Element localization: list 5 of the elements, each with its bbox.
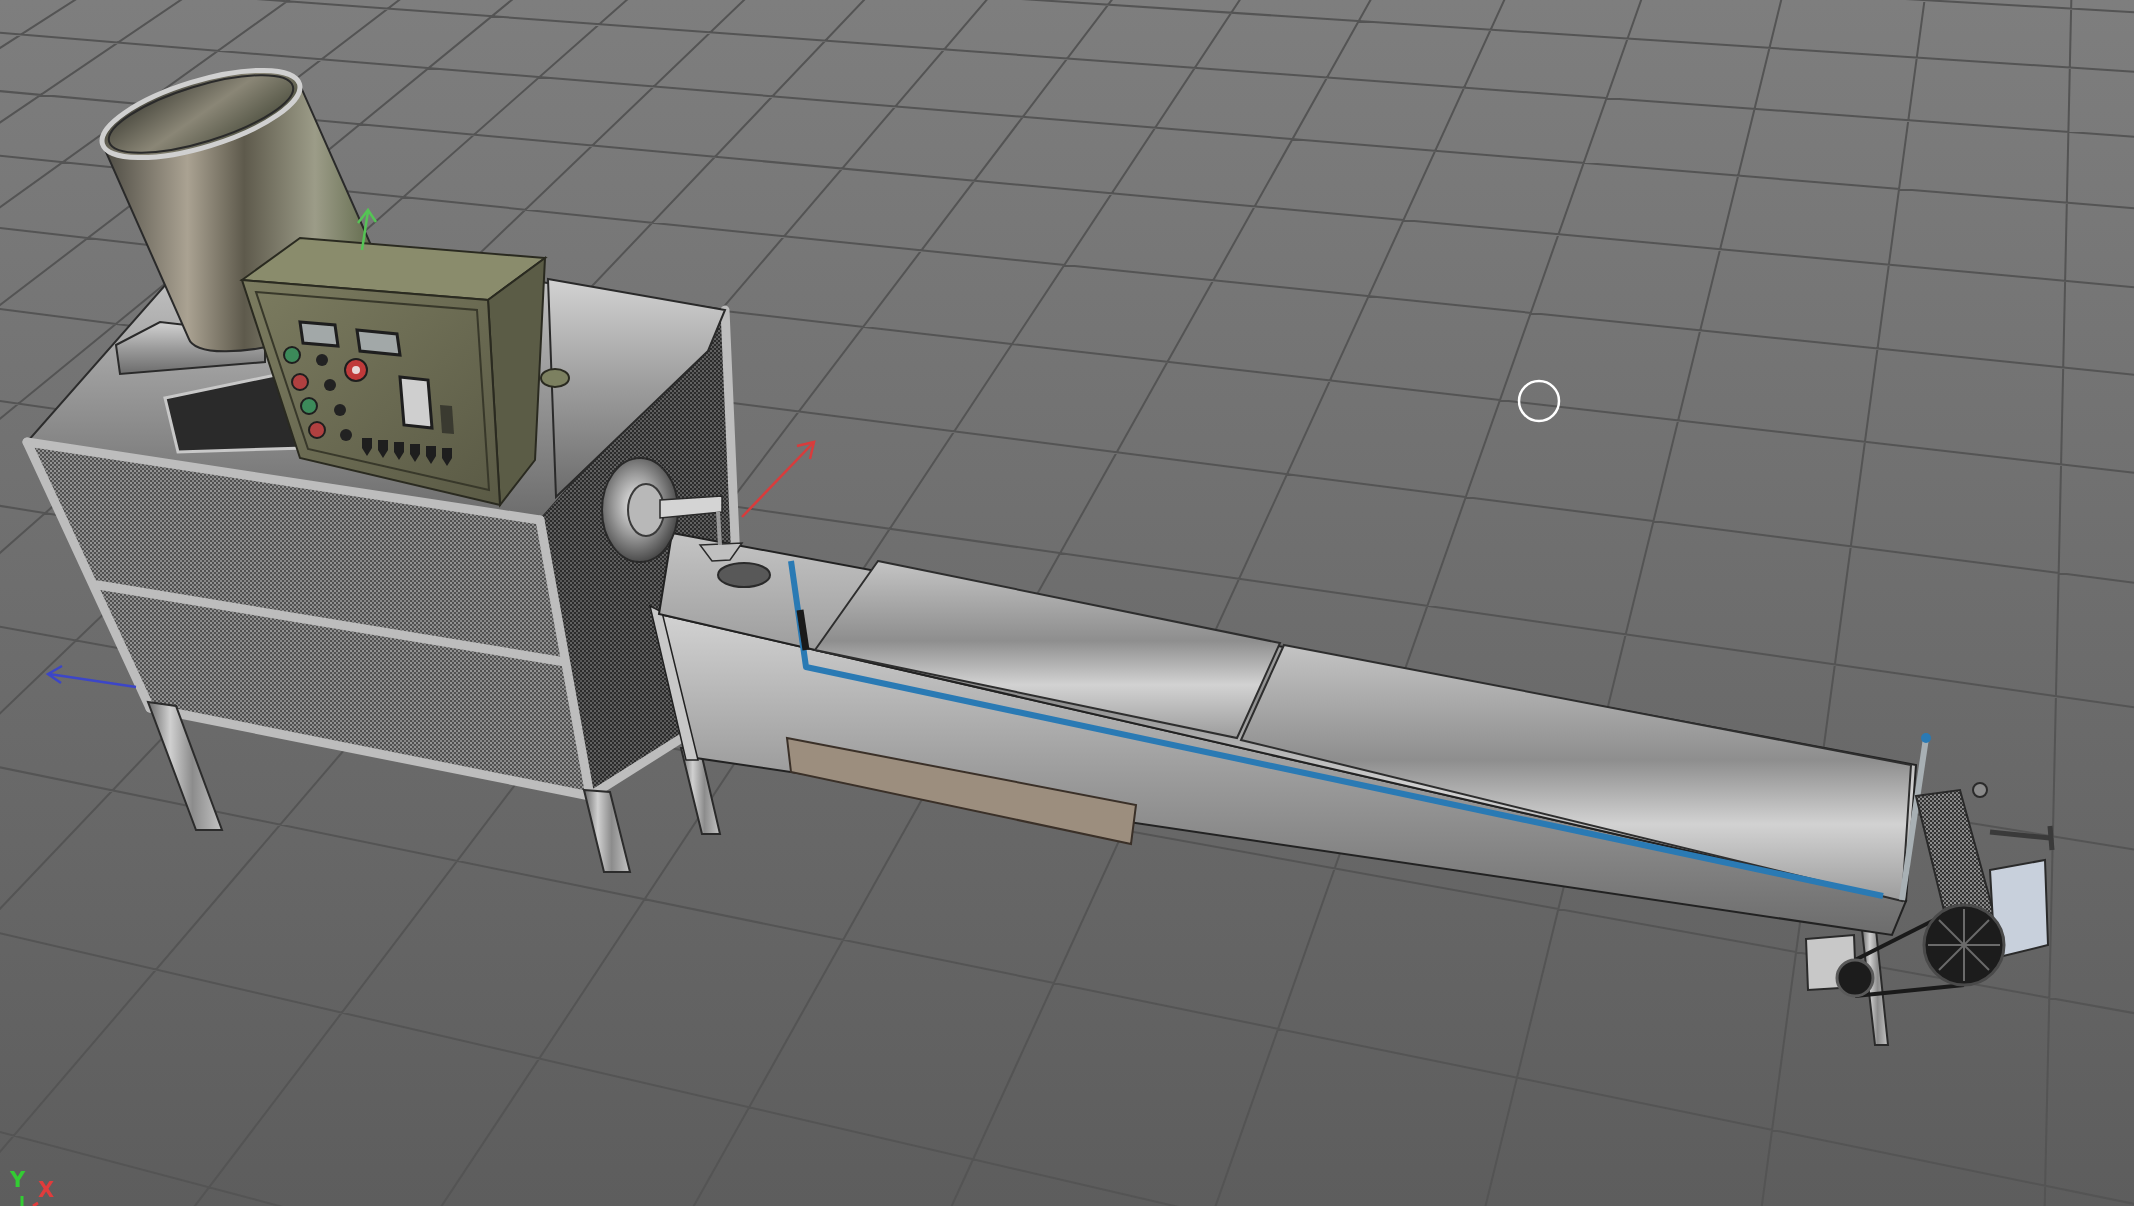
axis-arrow (357, 207, 378, 251)
cursor-ring-icon (1517, 379, 1561, 423)
axis-label: X (38, 1178, 55, 1202)
axis-triad-icon (20, 1196, 39, 1206)
axis-label: Y (10, 1168, 26, 1192)
